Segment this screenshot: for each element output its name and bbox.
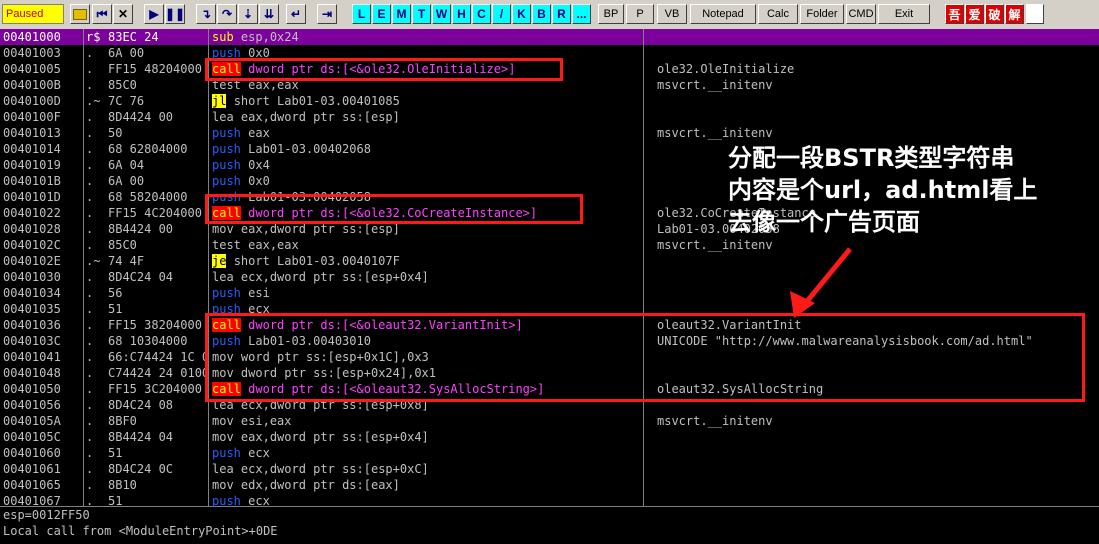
toolbar-letter-C[interactable]: C	[472, 4, 491, 24]
annotation-text: 分配一段BSTR类型字符串 内容是个url，ad.html看上 去像一个广告页面	[728, 142, 1037, 238]
folder-button[interactable]: Folder	[800, 4, 844, 24]
toolbar-cn-jie[interactable]: 解	[1005, 4, 1024, 24]
toolbar-letter-L[interactable]: L	[352, 4, 371, 24]
annotation-line: 去像一个广告页面	[728, 208, 920, 236]
annotation-line: 分配一段BSTR类型字符串	[728, 144, 1015, 172]
toolbar-letter-slash[interactable]: /	[492, 4, 511, 24]
pause-icon[interactable]: ❚❚	[165, 4, 185, 24]
info-pane: esp=0012FF50 Local call from <ModuleEntr…	[0, 506, 1099, 544]
trace-over-icon[interactable]: ⇊	[259, 4, 279, 24]
disassembly-pane[interactable]: 00401000 r$ 83EC 24 sub esp,0x24 00401003. 6A…	[0, 29, 1099, 506]
annotation-arrow	[790, 247, 852, 318]
annotation-line: 内容是个url，ad.html看上	[728, 176, 1038, 204]
toolbar-cn-wu[interactable]: 吾	[945, 4, 964, 24]
step-over-icon[interactable]: ↷	[217, 4, 237, 24]
execute-till-return-icon[interactable]: ↵	[286, 4, 306, 24]
vb-button[interactable]: VB	[657, 4, 687, 24]
toolbar-letter-R[interactable]: R	[552, 4, 571, 24]
status-badge: Paused	[2, 4, 64, 24]
bp-button[interactable]: BP	[598, 4, 624, 24]
toolbar-cn-ai[interactable]: 爱	[965, 4, 984, 24]
trace-into-icon[interactable]: ⇣	[238, 4, 258, 24]
close-icon[interactable]: ✕	[113, 4, 133, 24]
step-into-icon[interactable]: ↴	[196, 4, 216, 24]
toolbar: Paused ⏮ ✕ ▶ ❚❚ ↴ ↷ ⇣ ⇊ ↵ ⇥ L E M T W H …	[0, 0, 1099, 30]
toolbar-letter-W[interactable]: W	[432, 4, 451, 24]
goto-icon[interactable]: ⇥	[317, 4, 337, 24]
toolbar-letter-H[interactable]: H	[452, 4, 471, 24]
p-button[interactable]: P	[626, 4, 654, 24]
info-line: Local call from <ModuleEntryPoint>+0DE	[3, 524, 278, 538]
info-line: esp=0012FF50	[3, 508, 90, 522]
toolbar-letter-B[interactable]: B	[532, 4, 551, 24]
exit-button[interactable]: Exit	[878, 4, 930, 24]
toolbar-letter-M[interactable]: M	[392, 4, 411, 24]
run-icon[interactable]: ▶	[144, 4, 164, 24]
open-icon[interactable]	[70, 4, 90, 24]
toolbar-blank-button[interactable]	[1026, 4, 1044, 24]
toolbar-cn-po[interactable]: 破	[985, 4, 1004, 24]
notepad-button[interactable]: Notepad	[690, 4, 756, 24]
toolbar-letter-E[interactable]: E	[372, 4, 391, 24]
calc-button[interactable]: Calc	[758, 4, 798, 24]
restart-icon[interactable]: ⏮	[92, 4, 112, 24]
toolbar-letter-more[interactable]: ...	[572, 4, 591, 24]
toolbar-letter-K[interactable]: K	[512, 4, 531, 24]
toolbar-letter-T[interactable]: T	[412, 4, 431, 24]
cmd-button[interactable]: CMD	[846, 4, 876, 24]
